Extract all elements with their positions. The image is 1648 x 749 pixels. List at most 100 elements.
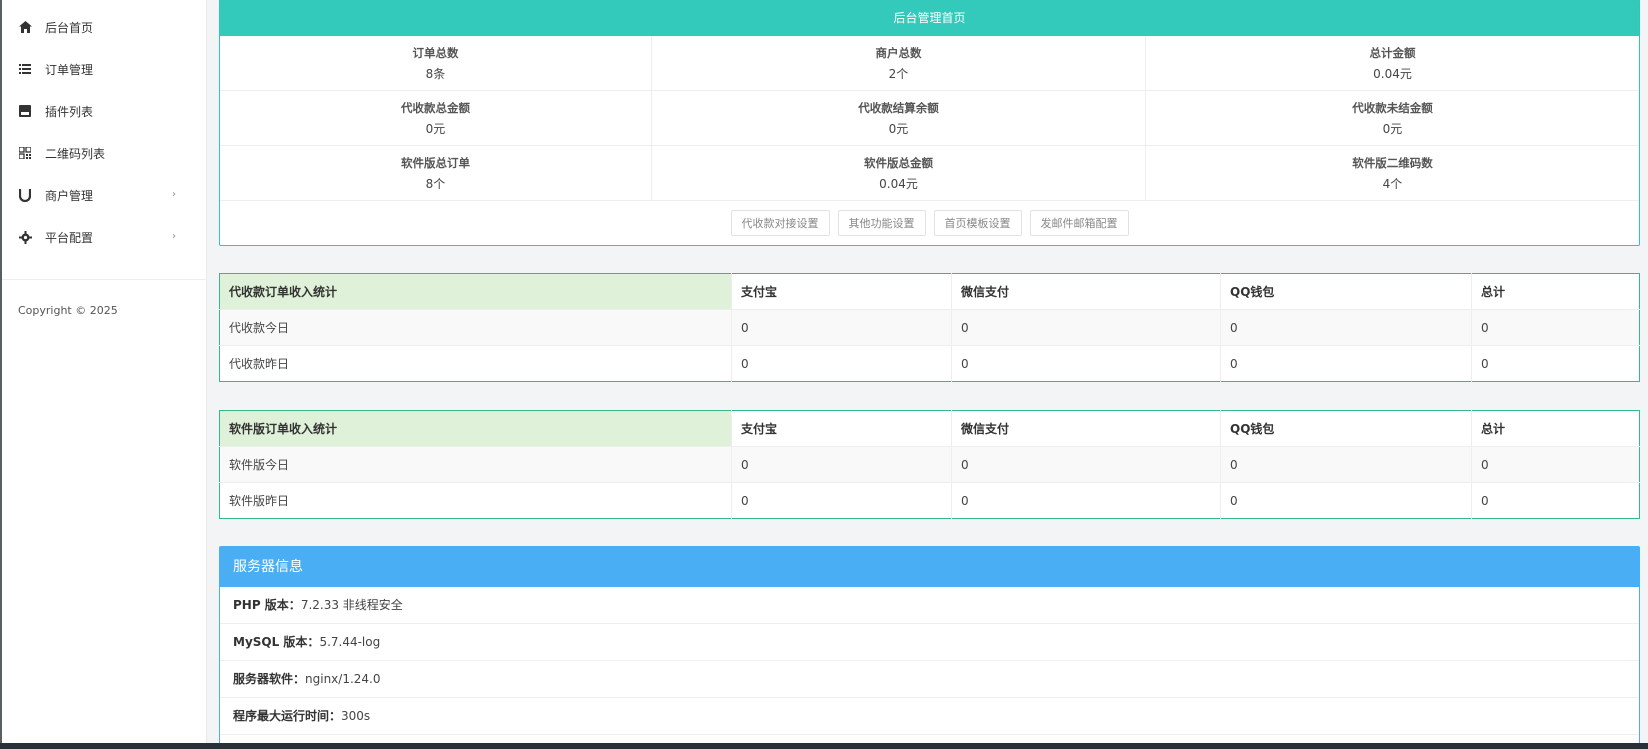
server-info-panel: 服务器信息 PHP 版本：7.2.33 非线程安全 MySQL 版本：5.7.4…	[219, 546, 1640, 743]
server-info-row: PHP 版本：7.2.33 非线程安全	[220, 587, 1639, 624]
server-info-row: MySQL 版本：5.7.44-log	[220, 624, 1639, 661]
sidebar-item-orders[interactable]: 订单管理	[2, 48, 206, 90]
server-info-value: nginx/1.24.0	[305, 672, 381, 686]
table-cell: 0	[1471, 446, 1640, 483]
table-cell: 0	[731, 345, 952, 382]
table-cell: 0	[731, 446, 952, 483]
table-cell: 0	[951, 309, 1221, 346]
qrcode-icon	[18, 146, 32, 160]
stat-title: 代收款总金额	[401, 100, 470, 115]
table-cell: 0	[1220, 446, 1472, 483]
homepage-template-settings-button[interactable]: 首页模板设置	[933, 210, 1022, 236]
table-cell: 代收款昨日	[219, 345, 732, 382]
software-stats-table: 软件版订单收入统计 支付宝 微信支付 QQ钱包 总计 软件版今日 0 0 0 0…	[219, 410, 1640, 519]
server-info-row-partial	[220, 735, 1639, 743]
table-header-cell: 总计	[1471, 410, 1640, 447]
server-info-value: 300s	[341, 709, 371, 723]
stat-software-qrcodes: 软件版二维码数 4个	[1146, 146, 1639, 201]
table-cell: 0	[1481, 493, 1489, 508]
chevron-right-icon: ›	[172, 189, 176, 200]
stat-collect-total: 代收款总金额 0元	[220, 91, 652, 146]
stat-title: 软件版二维码数	[1352, 155, 1433, 170]
table-header-cell: QQ钱包	[1220, 410, 1472, 447]
sidebar-item-merchants[interactable]: 商户管理 ›	[2, 174, 206, 216]
stat-value: 0元	[1382, 121, 1403, 136]
table-cell: 0	[1481, 356, 1489, 371]
gear-icon	[18, 230, 32, 244]
stat-value: 0元	[888, 121, 909, 136]
sidebar-item-label: 二维码列表	[45, 146, 106, 161]
table-header-cell: QQ钱包	[1220, 273, 1472, 310]
stat-title: 软件版总金额	[864, 155, 933, 170]
table-header-cell: 支付宝	[731, 410, 952, 447]
stat-order-total: 订单总数 8条	[220, 36, 652, 91]
stat-title: 总计金额	[1369, 45, 1416, 60]
table-header-row: 软件版订单收入统计 支付宝 微信支付 QQ钱包 总计	[219, 410, 1640, 447]
table-cell: 0	[731, 309, 952, 346]
overview-title: 后台管理首页	[220, 0, 1639, 36]
sidebar-item-label: 订单管理	[45, 62, 94, 77]
table-cell: 0	[951, 345, 1221, 382]
server-info-label: MySQL 版本：	[233, 635, 320, 649]
stat-software-orders: 软件版总订单 8个	[220, 146, 652, 201]
stat-value: 8个	[425, 176, 446, 191]
sidebar-item-label: 商户管理	[45, 188, 94, 203]
table-cell: 0	[951, 482, 1221, 519]
stat-value: 0.04元	[1373, 66, 1412, 81]
table-header-cell: 微信支付	[951, 273, 1221, 310]
stat-merchant-total: 商户总数 2个	[652, 36, 1146, 91]
stat-title: 订单总数	[412, 45, 459, 60]
server-info-label: PHP 版本：	[233, 598, 301, 612]
table-cell: 0	[1220, 309, 1472, 346]
magnet-icon	[18, 188, 32, 202]
table-cell: 软件版今日	[219, 446, 732, 483]
server-info-row: 服务器软件：nginx/1.24.0	[220, 661, 1639, 698]
stat-software-amount: 软件版总金额 0.04元	[652, 146, 1146, 201]
collect-stats-table: 代收款订单收入统计 支付宝 微信支付 QQ钱包 总计 代收款今日 0 0 0 0…	[219, 273, 1640, 382]
stats-grid: 订单总数 8条 商户总数 2个 总计金额 0.04元 代收款总金额 0元 代收款…	[220, 36, 1639, 201]
table-cell: 代收款今日	[219, 309, 732, 346]
table-cell: 软件版昨日	[219, 482, 732, 519]
table-header-cell: 总计	[1471, 273, 1640, 310]
sidebar-item-home[interactable]: 后台首页	[2, 6, 206, 48]
stat-value: 8条	[425, 66, 446, 81]
stat-value: 4个	[1382, 176, 1403, 191]
server-info-value: 5.7.44-log	[319, 635, 381, 649]
server-info-label: 服务器软件：	[233, 672, 306, 686]
home-icon	[18, 20, 32, 34]
stat-title: 代收款未结金额	[1352, 100, 1433, 115]
stat-value: 0元	[425, 121, 446, 136]
stat-value: 2个	[888, 66, 909, 81]
table-row: 软件版今日 0 0 0 0	[219, 446, 1640, 483]
sidebar: 后台首页 订单管理 插件列表 二维码列表 商户管理 › 平台配置 › Copyr…	[2, 0, 207, 743]
table-row: 代收款今日 0 0 0 0	[219, 309, 1640, 346]
sidebar-item-qrcodes[interactable]: 二维码列表	[2, 132, 206, 174]
server-info-row: 程序最大运行时间：300s	[220, 698, 1639, 735]
stat-collect-unsettled: 代收款未结金额 0元	[1146, 91, 1639, 146]
sidebar-item-label: 插件列表	[45, 104, 94, 119]
settings-button-row: 代收款对接设置 其他功能设置 首页模板设置 发邮件邮箱配置	[220, 201, 1639, 245]
stat-value: 0.04元	[879, 176, 918, 191]
copyright-text: Copyright © 2025	[18, 304, 118, 317]
overview-panel: 后台管理首页 订单总数 8条 商户总数 2个 总计金额 0.04元 代收款总金额…	[219, 0, 1640, 246]
taskbar-strip	[0, 743, 1648, 749]
sidebar-item-plugins[interactable]: 插件列表	[2, 90, 206, 132]
table-cell: 0	[1220, 482, 1472, 519]
stat-collect-settled: 代收款结算余额 0元	[652, 91, 1146, 146]
collect-integration-settings-button[interactable]: 代收款对接设置	[730, 210, 830, 236]
stat-title: 软件版总订单	[401, 155, 470, 170]
table-cell: 0	[1471, 309, 1640, 346]
mail-config-button[interactable]: 发邮件邮箱配置	[1029, 210, 1129, 236]
table-row: 软件版昨日 0 0 0 0	[219, 482, 1640, 519]
app-window: 后台首页 订单管理 插件列表 二维码列表 商户管理 › 平台配置 › Copyr…	[2, 0, 1648, 743]
stat-title: 商户总数	[875, 45, 922, 60]
table-header-cell: 支付宝	[731, 273, 952, 310]
plugin-icon	[18, 104, 32, 118]
table-cell: 0	[731, 482, 952, 519]
other-function-settings-button[interactable]: 其他功能设置	[837, 210, 926, 236]
sidebar-divider	[2, 279, 207, 280]
sidebar-item-platform-config[interactable]: 平台配置 ›	[2, 216, 206, 258]
list-icon	[18, 62, 32, 76]
stat-title: 代收款结算余额	[858, 100, 939, 115]
stat-amount-total: 总计金额 0.04元	[1146, 36, 1639, 91]
